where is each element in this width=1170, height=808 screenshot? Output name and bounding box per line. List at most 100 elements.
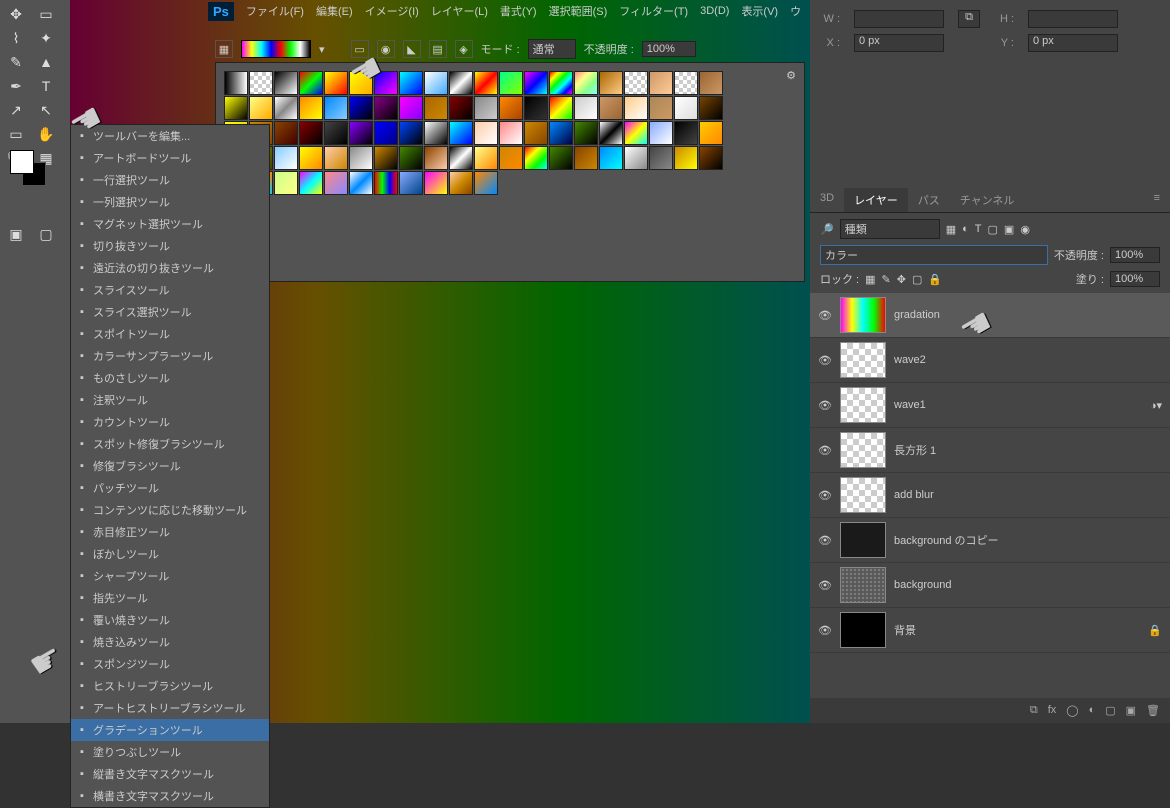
layer-row[interactable]: 👁長方形 1: [810, 428, 1170, 473]
gradient-swatch[interactable]: [299, 71, 323, 95]
lock-transparent-icon[interactable]: ▦: [865, 273, 875, 286]
gradient-swatch[interactable]: [474, 96, 498, 120]
search-icon[interactable]: 🔎: [820, 223, 834, 236]
mask-icon[interactable]: ◯: [1066, 704, 1078, 717]
quickmask-icon[interactable]: ▣: [2, 222, 30, 246]
gradient-swatch[interactable]: [699, 96, 723, 120]
tool-menu-item[interactable]: ▪スポンジツール: [71, 653, 269, 675]
gradient-swatch[interactable]: [424, 121, 448, 145]
tool-menu-item[interactable]: ▪塗りつぶしツール: [71, 741, 269, 763]
gradient-tool-icon[interactable]: ▦: [215, 40, 233, 58]
layer-thumbnail[interactable]: [840, 522, 886, 558]
filter-pixel-icon[interactable]: ▦: [946, 223, 956, 236]
gradient-swatch[interactable]: [349, 71, 373, 95]
layer-row[interactable]: 👁wave2: [810, 338, 1170, 383]
layer-row[interactable]: 👁wave1◑▾: [810, 383, 1170, 428]
gradient-swatch[interactable]: [374, 121, 398, 145]
type-tool-icon[interactable]: T: [32, 74, 60, 98]
tool-menu-item[interactable]: ▪焼き込みツール: [71, 631, 269, 653]
gradient-swatch[interactable]: [349, 146, 373, 170]
wand-tool-icon[interactable]: ✦: [32, 26, 60, 50]
gradient-swatch[interactable]: [674, 146, 698, 170]
gradient-swatch[interactable]: [649, 96, 673, 120]
menu-select[interactable]: 選択範囲(S): [549, 3, 608, 19]
gradient-swatch[interactable]: [474, 71, 498, 95]
layer-filter-kind[interactable]: 種類: [840, 219, 940, 239]
gradient-swatch[interactable]: [474, 171, 498, 195]
gradient-swatch[interactable]: [374, 171, 398, 195]
gradient-swatch[interactable]: [249, 71, 273, 95]
gradient-swatch[interactable]: [399, 71, 423, 95]
gradient-swatch[interactable]: [674, 96, 698, 120]
h-input[interactable]: [1028, 10, 1118, 28]
gradient-swatch[interactable]: [524, 71, 548, 95]
menu-image[interactable]: イメージ(I): [365, 3, 419, 19]
layer-row[interactable]: 👁背景🔒: [810, 608, 1170, 653]
tool-menu-item[interactable]: ▪コンテンツに応じた移動ツール: [71, 499, 269, 521]
gradient-swatch[interactable]: [499, 121, 523, 145]
gradient-swatch[interactable]: [699, 71, 723, 95]
visibility-icon[interactable]: 👁: [818, 399, 832, 412]
tool-menu-item[interactable]: ▪カラーサンプラーツール: [71, 345, 269, 367]
screenmode-icon[interactable]: ▢: [32, 222, 60, 246]
gradient-swatch[interactable]: [349, 96, 373, 120]
opacity-select[interactable]: 100%: [642, 41, 696, 57]
gradient-swatch[interactable]: [224, 71, 248, 95]
gradient-swatch[interactable]: [324, 121, 348, 145]
tool-menu-item[interactable]: ▪遠近法の切り抜きツール: [71, 257, 269, 279]
gradient-swatch[interactable]: [549, 96, 573, 120]
tool-menu-item[interactable]: ▪ヒストリーブラシツール: [71, 675, 269, 697]
lasso-tool-icon[interactable]: ⌇: [2, 26, 30, 50]
gradient-swatch[interactable]: [249, 96, 273, 120]
filter-toggle-icon[interactable]: ◉: [1020, 223, 1030, 236]
gradient-swatch[interactable]: [624, 146, 648, 170]
tool-menu-item[interactable]: ▪縦書き文字マスクツール: [71, 763, 269, 785]
tab-layers[interactable]: レイヤー: [844, 188, 908, 212]
filter-smart-icon[interactable]: ▣: [1004, 223, 1014, 236]
gradient-diamond-icon[interactable]: ◈: [455, 40, 473, 58]
lock-position-icon[interactable]: ✥: [897, 273, 906, 286]
gradient-swatch[interactable]: [699, 121, 723, 145]
gradient-swatch[interactable]: [324, 96, 348, 120]
gradient-swatch[interactable]: [324, 146, 348, 170]
tab-channels[interactable]: チャンネル: [950, 188, 1025, 212]
gradient-swatch[interactable]: [599, 121, 623, 145]
gradient-swatch[interactable]: [299, 171, 323, 195]
layer-row[interactable]: 👁background のコピー: [810, 518, 1170, 563]
path-tool-icon[interactable]: ↗: [2, 98, 30, 122]
gradient-swatch[interactable]: [599, 71, 623, 95]
panel-menu-icon[interactable]: ≡: [1144, 188, 1170, 212]
layer-thumbnail[interactable]: [840, 297, 886, 333]
gradient-swatch[interactable]: [274, 146, 298, 170]
tool-menu-item[interactable]: ▪注釈ツール: [71, 389, 269, 411]
gradient-swatch[interactable]: [324, 171, 348, 195]
tool-menu-item[interactable]: ▪横書き文字マスクツール: [71, 785, 269, 807]
visibility-icon[interactable]: 👁: [818, 624, 832, 637]
group-icon[interactable]: ▢: [1105, 704, 1115, 717]
gradient-swatch[interactable]: [299, 96, 323, 120]
tool-menu-item[interactable]: ▪ぼかしツール: [71, 543, 269, 565]
gradient-swatch[interactable]: [699, 146, 723, 170]
blend-mode-select[interactable]: 通常: [528, 39, 576, 59]
x-input[interactable]: 0 px: [854, 34, 944, 52]
gradient-swatch[interactable]: [424, 96, 448, 120]
layer-thumbnail[interactable]: [840, 342, 886, 378]
gradient-swatch[interactable]: [449, 121, 473, 145]
gradient-swatch[interactable]: [399, 146, 423, 170]
chevron-down-icon[interactable]: ▾: [319, 43, 325, 56]
gradient-swatch[interactable]: [524, 96, 548, 120]
tool-menu-item[interactable]: ▪シャープツール: [71, 565, 269, 587]
gradient-swatch[interactable]: [524, 146, 548, 170]
lock-artboard-icon[interactable]: ▢: [912, 273, 922, 286]
link-icon[interactable]: ⧉: [958, 10, 980, 28]
menu-view[interactable]: 表示(V): [741, 3, 778, 19]
gradient-swatch[interactable]: [424, 146, 448, 170]
layer-row[interactable]: 👁gradation: [810, 293, 1170, 338]
tool-menu-item[interactable]: ▪マグネット選択ツール: [71, 213, 269, 235]
gradient-swatch[interactable]: [274, 71, 298, 95]
gradient-swatch[interactable]: [649, 146, 673, 170]
gradient-swatch[interactable]: [374, 96, 398, 120]
tool-menu-item[interactable]: ▪ものさしツール: [71, 367, 269, 389]
layer-fill-input[interactable]: 100%: [1110, 271, 1160, 287]
menu-file[interactable]: ファイル(F): [246, 3, 304, 19]
